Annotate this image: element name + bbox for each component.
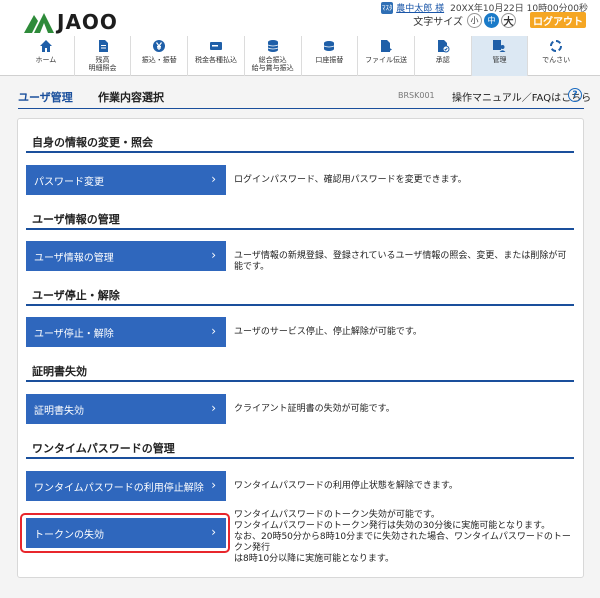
cert-revoke-desc: クライアント証明書の失効が可能です。: [234, 404, 395, 414]
otp-unlock-button[interactable]: ワンタイムパスワードの利用停止解除 ›: [26, 471, 226, 501]
user-info-manage-label: ユーザ情報の管理: [34, 252, 114, 264]
section-rule: [26, 151, 574, 153]
page-title-bar: ユーザ管理 作業内容選択 BRSK001 操作マニュアル／FAQはこちら ?: [0, 84, 600, 106]
text-size-control: 文字サイズ 小 中 大 ログアウト: [413, 12, 586, 28]
nav-bulk-transfer[interactable]: 総合振込 給与賞与振込: [245, 36, 302, 76]
help-icon[interactable]: ?: [568, 88, 582, 102]
password-change-desc: ログインパスワード、確認用パスワードを変更できます。: [234, 175, 467, 185]
home-icon: [39, 40, 52, 52]
nav-manage[interactable]: 管理: [471, 36, 529, 76]
global-nav: ホーム 残高 明細照会 振込・振替 税金各種払込 総合振込 給与賞与振込 口座振…: [18, 36, 584, 76]
file-transfer-icon: [381, 40, 393, 52]
title-divider: [18, 108, 584, 109]
section-heading-self-info: 自身の情報の変更・照会: [32, 136, 153, 149]
nav-transfer[interactable]: 振込・振替: [131, 36, 189, 76]
logo-text: JAOO: [57, 10, 118, 34]
chevron-right-icon: ›: [211, 478, 216, 492]
nav-file-transfer[interactable]: ファイル伝送: [358, 36, 415, 76]
yen-coin-icon: [153, 40, 166, 52]
chevron-right-icon: ›: [211, 248, 216, 262]
section-rule: [26, 304, 574, 306]
master-user-icon: ﾏｽﾀ: [381, 1, 394, 14]
password-change-button[interactable]: パスワード変更 ›: [26, 165, 226, 195]
page-subtitle: 作業内容選択: [98, 91, 164, 104]
payment-card-icon: [209, 42, 222, 50]
text-size-large-button[interactable]: 大: [501, 12, 516, 28]
user-info-manage-button[interactable]: ユーザ情報の管理 ›: [26, 241, 226, 271]
logo[interactable]: JAOO: [22, 9, 118, 35]
section-heading-user-info: ユーザ情報の管理: [32, 213, 120, 226]
densai-icon: [550, 40, 563, 52]
token-revoke-desc-line: は8時10分以降に実施可能となります。: [234, 554, 395, 564]
nav-manage-label: 管理: [492, 56, 507, 64]
nav-transfer-label: 振込・振替: [141, 56, 177, 64]
manage-icon: [493, 40, 506, 52]
nav-bulk-transfer-label: 総合振込 給与賞与振込: [251, 56, 294, 72]
nav-balance[interactable]: 残高 明細照会: [75, 36, 132, 76]
chevron-right-icon: ›: [211, 525, 216, 539]
section-rule: [26, 457, 574, 459]
cert-revoke-label: 証明書失効: [34, 405, 84, 417]
chevron-right-icon: ›: [211, 324, 216, 338]
nav-balance-label: 残高 明細照会: [88, 56, 117, 72]
section-heading-otp: ワンタイムパスワードの管理: [32, 442, 175, 455]
text-size-small-button[interactable]: 小: [467, 12, 482, 28]
token-revoke-desc-line: なお、20時50分から8時10分までに失効された場合、ワンタイムパスワードのトー…: [234, 532, 571, 553]
user-info-manage-desc: ユーザ情報の新規登録、登録されているユーザ情報の照会、変更、または削除が可能です…: [234, 251, 567, 272]
nav-approval[interactable]: 承認: [415, 36, 472, 76]
chevron-right-icon: ›: [211, 401, 216, 415]
ja-logo-icon: [24, 13, 54, 33]
token-revoke-label: トークンの失効: [34, 529, 104, 541]
password-change-label: パスワード変更: [34, 176, 104, 188]
nav-densai[interactable]: でんさい: [528, 36, 584, 76]
nav-tax[interactable]: 税金各種払込: [188, 36, 245, 76]
token-revoke-desc: ワンタイムパスワードのトークン失効が可能です。 ワンタイムパスワードのトークン発…: [234, 510, 574, 565]
nav-home-label: ホーム: [35, 56, 57, 64]
otp-unlock-label: ワンタイムパスワードの利用停止解除: [34, 482, 204, 494]
token-revoke-button[interactable]: トークンの失効 ›: [26, 518, 226, 548]
section-heading-cert-revoke: 証明書失効: [32, 365, 87, 378]
coins-stack-icon: [267, 40, 278, 52]
nav-debit[interactable]: 口座振替: [302, 36, 359, 76]
user-suspend-desc: ユーザのサービス停止、停止解除が可能です。: [234, 327, 422, 337]
nav-densai-label: でんさい: [542, 56, 571, 64]
header: JAOO ﾏｽﾀ 農中太郎 様 20XX年10月22日 10時00分00秒 文字…: [0, 0, 600, 76]
token-revoke-desc-line: ワンタイムパスワードのトークン失効が可能です。: [234, 510, 440, 520]
user-suspend-button[interactable]: ユーザ停止・解除 ›: [26, 317, 226, 347]
token-revoke-desc-line: ワンタイムパスワードのトークン発行は失効の30分後に実施可能となります。: [234, 521, 551, 531]
section-rule: [26, 228, 574, 230]
text-size-medium-button[interactable]: 中: [484, 12, 499, 28]
section-rule: [26, 380, 574, 382]
user-suspend-label: ユーザ停止・解除: [34, 328, 114, 340]
section-heading-user-suspend: ユーザ停止・解除: [32, 289, 120, 302]
chevron-right-icon: ›: [211, 172, 216, 186]
nav-approval-label: 承認: [435, 56, 450, 64]
logout-button[interactable]: ログアウト: [530, 12, 586, 28]
nav-tax-label: 税金各種払込: [194, 56, 237, 64]
approval-icon: [437, 40, 450, 53]
page-title: ユーザ管理: [18, 91, 73, 104]
cert-revoke-button[interactable]: 証明書失効 ›: [26, 394, 226, 424]
coins-icon: [324, 41, 335, 51]
screen-id: BRSK001: [398, 91, 435, 100]
nav-file-transfer-label: ファイル伝送: [365, 56, 408, 64]
text-size-label: 文字サイズ: [413, 16, 463, 28]
document-icon: [98, 40, 108, 52]
otp-unlock-desc: ワンタイムパスワードの利用停止状態を解除できます。: [234, 481, 458, 491]
nav-debit-label: 口座振替: [315, 56, 344, 64]
nav-home[interactable]: ホーム: [18, 36, 75, 76]
